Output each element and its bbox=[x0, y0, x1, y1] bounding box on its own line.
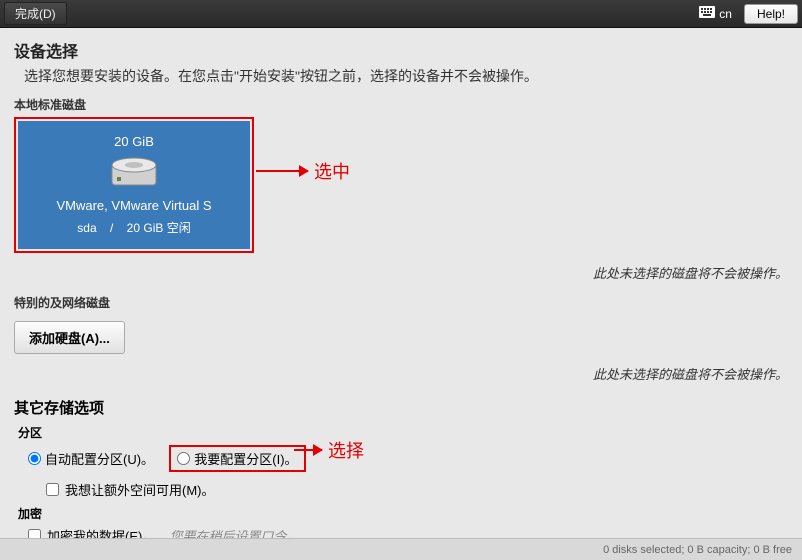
keyboard-indicator[interactable]: cn bbox=[691, 4, 740, 23]
disk-card[interactable]: 20 GiB VMware, VMware Virtual S sda / 20… bbox=[18, 121, 250, 249]
disk-subinfo: sda / 20 GiB 空闲 bbox=[77, 219, 190, 236]
manual-partition-label[interactable]: 我要配置分区(I)。 bbox=[194, 449, 297, 468]
special-disks-label: 特别的及网络磁盘 bbox=[14, 294, 788, 311]
topbar: 完成(D) cn Help! bbox=[0, 0, 802, 28]
statusbar-text: 0 disks selected; 0 B capacity; 0 B free bbox=[603, 544, 792, 556]
harddisk-icon bbox=[111, 157, 157, 190]
statusbar: 0 disks selected; 0 B capacity; 0 B free bbox=[0, 538, 802, 560]
special-hint: 此处未选择的磁盘将不会被操作。 bbox=[14, 364, 788, 383]
annotation-choose-box: 我要配置分区(I)。 bbox=[169, 445, 305, 472]
disk-separator: / bbox=[110, 221, 113, 235]
auto-partition-radio[interactable] bbox=[28, 452, 41, 465]
done-button[interactable]: 完成(D) bbox=[4, 2, 67, 25]
content: 设备选择 选择您想要安装的设备。在您点击"开始安装"按钮之前，选择的设备并不会被… bbox=[0, 28, 802, 555]
disk-free: 20 GiB 空闲 bbox=[127, 221, 191, 235]
keyboard-icon bbox=[699, 6, 715, 21]
annotation-choose-text: 选择 bbox=[328, 437, 364, 463]
annotation-arrow-choose: 选择 bbox=[294, 437, 364, 463]
partition-label: 分区 bbox=[18, 424, 788, 441]
add-disk-button[interactable]: 添加硬盘(A)... bbox=[14, 321, 125, 354]
extra-space-label[interactable]: 我想让额外空间可用(M)。 bbox=[65, 480, 215, 499]
keyboard-layout-label: cn bbox=[719, 7, 732, 21]
disk-size: 20 GiB bbox=[114, 134, 154, 149]
partition-radio-row: 自动配置分区(U)。 我要配置分区(I)。 bbox=[28, 445, 788, 472]
disk-name: VMware, VMware Virtual S bbox=[56, 198, 211, 213]
page-title: 设备选择 bbox=[14, 38, 788, 62]
extra-space-row: 我想让额外空间可用(M)。 bbox=[46, 480, 788, 499]
other-options-section: 其它存储选项 分区 自动配置分区(U)。 我要配置分区(I)。 选择 我想让额外… bbox=[14, 397, 788, 545]
other-options-title: 其它存储选项 bbox=[14, 397, 788, 418]
auto-partition-label[interactable]: 自动配置分区(U)。 bbox=[45, 449, 154, 468]
local-hint: 此处未选择的磁盘将不会被操作。 bbox=[14, 263, 788, 282]
annotation-selected-box: 20 GiB VMware, VMware Virtual S sda / 20… bbox=[14, 117, 254, 253]
local-disks-label: 本地标准磁盘 bbox=[14, 96, 788, 113]
page-subtitle: 选择您想要安装的设备。在您点击"开始安装"按钮之前，选择的设备并不会被操作。 bbox=[24, 66, 788, 86]
encrypt-label: 加密 bbox=[18, 505, 788, 522]
disk-device: sda bbox=[77, 221, 96, 235]
annotation-selected-text: 选中 bbox=[314, 158, 350, 184]
topbar-right: cn Help! bbox=[691, 4, 798, 24]
extra-space-checkbox[interactable] bbox=[46, 483, 59, 496]
manual-partition-radio[interactable] bbox=[177, 452, 190, 465]
help-button[interactable]: Help! bbox=[744, 4, 798, 24]
annotation-arrow-selected: 选中 bbox=[256, 158, 350, 184]
special-disks-section: 特别的及网络磁盘 添加硬盘(A)... 此处未选择的磁盘将不会被操作。 bbox=[14, 294, 788, 383]
